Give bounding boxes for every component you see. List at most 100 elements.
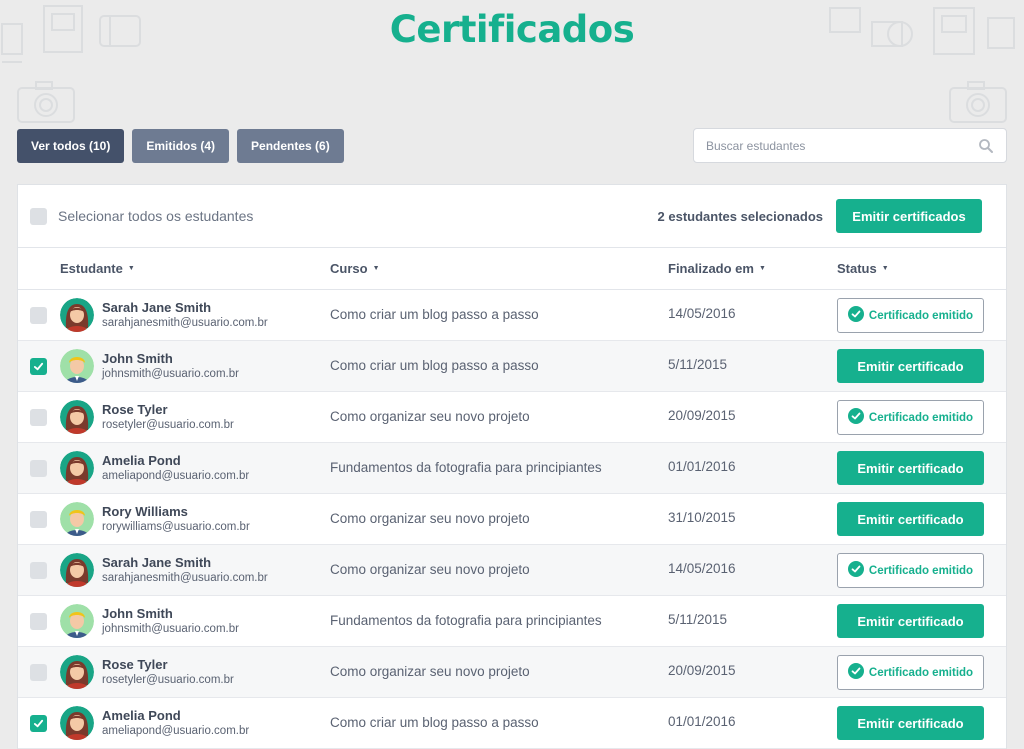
avatar — [60, 604, 94, 638]
student-name: Rory Williams — [102, 504, 188, 519]
student-name: Amelia Pond — [102, 453, 181, 468]
avatar — [60, 706, 94, 740]
certificate-emitted-badge: Certificado emitido — [837, 400, 984, 435]
table-row: Amelia Pond ameliapond@usuario.com.br Co… — [18, 698, 1006, 749]
finished-date: 01/01/2016 — [668, 714, 736, 729]
status-cell: Emitir certificado — [837, 604, 984, 638]
certificate-emitted-label: Certificado emitido — [868, 411, 974, 424]
column-header-course[interactable]: Curso ▼ — [330, 261, 380, 276]
student-name: Rose Tyler — [102, 402, 168, 417]
student-name: Amelia Pond — [102, 708, 181, 723]
table-row: Sarah Jane Smith sarahjanesmith@usuario.… — [18, 290, 1006, 341]
course-name: Fundamentos da fotografia para principia… — [330, 460, 602, 475]
row-checkbox[interactable] — [30, 409, 47, 426]
filter-all-button[interactable]: Ver todos (10) — [17, 129, 125, 163]
column-header-finished[interactable]: Finalizado em ▼ — [668, 261, 766, 276]
row-checkbox[interactable] — [30, 307, 47, 324]
student-email: johnsmith@usuario.com.br — [102, 623, 239, 635]
student-email: johnsmith@usuario.com.br — [102, 368, 239, 380]
students-panel: Selecionar todos os estudantes 2 estudan… — [17, 184, 1007, 749]
student-email: sarahjanesmith@usuario.com.br — [102, 572, 268, 584]
finished-date: 5/11/2015 — [668, 612, 728, 627]
camera-doodle-right — [948, 80, 1008, 124]
table-row: John Smith johnsmith@usuario.com.br Como… — [18, 341, 1006, 392]
select-all-label: Selecionar todos os estudantes — [58, 208, 254, 224]
emit-certificate-button[interactable]: Emitir certificado — [837, 706, 984, 740]
row-checkbox[interactable] — [30, 664, 47, 681]
row-checkbox[interactable] — [30, 562, 47, 579]
student-email: rorywilliams@usuario.com.br — [102, 521, 250, 533]
table-body: Sarah Jane Smith sarahjanesmith@usuario.… — [18, 290, 1006, 749]
row-checkbox[interactable] — [30, 511, 47, 528]
student-name: John Smith — [102, 606, 173, 621]
student-info: Rory Williams rorywilliams@usuario.com.b… — [102, 504, 250, 535]
finished-date: 31/10/2015 — [668, 510, 736, 525]
row-checkbox[interactable] — [30, 613, 47, 630]
finished-date: 5/11/2015 — [668, 357, 728, 372]
certificate-emitted-label: Certificado emitido — [868, 309, 974, 322]
table-row: Amelia Pond ameliapond@usuario.com.br Fu… — [18, 443, 1006, 494]
camera-doodle-left — [16, 80, 76, 124]
row-checkbox[interactable] — [30, 358, 47, 375]
table-row: Sarah Jane Smith sarahjanesmith@usuario.… — [18, 545, 1006, 596]
select-all-checkbox[interactable] — [30, 207, 47, 225]
status-cell: Emitir certificado — [837, 349, 984, 383]
student-info: Amelia Pond ameliapond@usuario.com.br — [102, 453, 249, 484]
table-row: Rose Tyler rosetyler@usuario.com.br Como… — [18, 392, 1006, 443]
status-cell: Certificado emitido — [837, 400, 984, 435]
student-info: John Smith johnsmith@usuario.com.br — [102, 351, 239, 382]
avatar — [60, 655, 94, 689]
student-email: rosetyler@usuario.com.br — [102, 674, 234, 686]
student-email: ameliapond@usuario.com.br — [102, 725, 250, 737]
course-name: Como organizar seu novo projeto — [330, 562, 530, 577]
avatar — [60, 502, 94, 536]
avatar — [60, 400, 94, 434]
finished-date: 20/09/2015 — [668, 663, 736, 678]
search-icon[interactable] — [978, 138, 994, 154]
table-header: Estudante ▼ Curso ▼ Finalizado em ▼ Status ▼ — [18, 248, 1006, 290]
emit-certificate-button[interactable]: Emitir certificado — [837, 502, 984, 536]
status-cell: Emitir certificado — [837, 451, 984, 485]
filter-emitted-button[interactable]: Emitidos (4) — [132, 129, 230, 163]
sort-caret-icon: ▼ — [372, 265, 380, 272]
page-title: Certificados — [389, 8, 635, 51]
sort-caret-icon: ▼ — [881, 265, 889, 272]
student-email: ameliapond@usuario.com.br — [102, 470, 250, 482]
table-row: Rose Tyler rosetyler@usuario.com.br Como… — [18, 647, 1006, 698]
emit-certificate-button[interactable]: Emitir certificado — [837, 349, 984, 383]
student-info: John Smith johnsmith@usuario.com.br — [102, 606, 239, 637]
student-name: Rose Tyler — [102, 657, 168, 672]
filter-tabs: Ver todos (10) Emitidos (4) Pendentes (6… — [17, 129, 344, 163]
filter-pending-button[interactable]: Pendentes (6) — [237, 129, 344, 163]
column-header-student[interactable]: Estudante ▼ — [60, 261, 135, 276]
avatar — [60, 349, 94, 383]
search-box — [693, 128, 1007, 163]
course-name: Como criar um blog passo a passo — [330, 715, 539, 730]
course-name: Como organizar seu novo projeto — [330, 409, 530, 424]
status-cell: Certificado emitido — [837, 553, 984, 588]
sort-caret-icon: ▼ — [758, 265, 766, 272]
column-header-status[interactable]: Status ▼ — [837, 261, 889, 276]
status-cell: Emitir certificado — [837, 502, 984, 536]
emit-certificate-button[interactable]: Emitir certificado — [837, 604, 984, 638]
row-checkbox[interactable] — [30, 460, 47, 477]
course-name: Como criar um blog passo a passo — [330, 307, 539, 322]
selected-count: 2 estudantes selecionados — [657, 208, 823, 224]
finished-date: 01/01/2016 — [668, 459, 736, 474]
check-circle-icon — [847, 306, 864, 325]
emit-certificates-button[interactable]: Emitir certificados — [836, 199, 982, 233]
student-name: Sarah Jane Smith — [102, 555, 212, 570]
finished-date: 20/09/2015 — [668, 408, 736, 423]
student-name: Sarah Jane Smith — [102, 300, 212, 315]
emit-certificate-button[interactable]: Emitir certificado — [837, 451, 984, 485]
finished-date: 14/05/2016 — [668, 561, 736, 576]
student-info: Rose Tyler rosetyler@usuario.com.br — [102, 402, 234, 433]
student-email: rosetyler@usuario.com.br — [102, 419, 234, 431]
course-name: Como criar um blog passo a passo — [330, 358, 539, 373]
search-input[interactable] — [706, 138, 978, 153]
status-cell: Certificado emitido — [837, 298, 984, 333]
course-name: Como organizar seu novo projeto — [330, 664, 530, 679]
row-checkbox[interactable] — [30, 715, 47, 732]
certificate-emitted-badge: Certificado emitido — [837, 298, 984, 333]
course-name: Como organizar seu novo projeto — [330, 511, 530, 526]
